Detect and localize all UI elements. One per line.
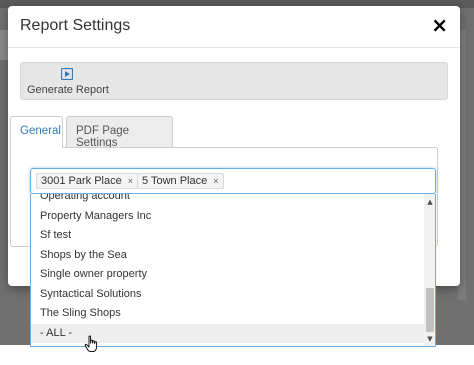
scroll-thumb[interactable] (426, 288, 434, 332)
scroll-down-arrow-icon[interactable]: ▼ (424, 333, 435, 345)
modal-header: Report Settings × (8, 6, 460, 48)
property-multiselect[interactable]: 3001 Park Place × 5 Town Place × (30, 168, 436, 194)
chip-label: 5 Town Place (142, 175, 208, 187)
dropdown-option[interactable]: Sf test (31, 226, 424, 246)
generate-report-button[interactable]: Generate Report (21, 63, 121, 101)
play-icon (61, 68, 73, 80)
tab-pdf-page-settings[interactable]: PDF Page Settings (66, 116, 173, 149)
dropdown-option[interactable]: Property Managers Inc (31, 207, 424, 227)
report-toolbar: Generate Report (20, 62, 448, 100)
property-dropdown-list: Operating account Property Managers Inc … (30, 194, 436, 347)
tab-general[interactable]: General (10, 116, 63, 148)
selected-chip: 5 Town Place × (137, 173, 224, 189)
background-page-bottom (0, 345, 474, 365)
dropdown-option[interactable]: Operating account (31, 194, 424, 207)
dropdown-option[interactable]: Shops by the Sea (31, 246, 424, 266)
dropdown-option[interactable]: Syntactical Solutions (31, 285, 424, 305)
chip-remove-icon[interactable]: × (213, 176, 218, 186)
dropdown-option[interactable]: The Sling Shops (31, 304, 424, 324)
generate-report-label: Generate Report (27, 84, 109, 96)
dropdown-option[interactable]: Single owner property (31, 265, 424, 285)
background-page-element (0, 30, 8, 60)
selected-chip: 3001 Park Place × (36, 173, 138, 189)
modal-title: Report Settings (20, 17, 131, 34)
settings-tabs: General PDF Page Settings (10, 116, 440, 149)
chip-remove-icon[interactable]: × (128, 176, 133, 186)
hand-cursor-icon (84, 335, 98, 353)
scroll-up-arrow-icon[interactable]: ▲ (424, 196, 435, 208)
dropdown-scrollbar[interactable]: ▲ ▼ (424, 194, 435, 346)
close-button[interactable]: × (431, 15, 448, 35)
chip-label: 3001 Park Place (41, 175, 122, 187)
